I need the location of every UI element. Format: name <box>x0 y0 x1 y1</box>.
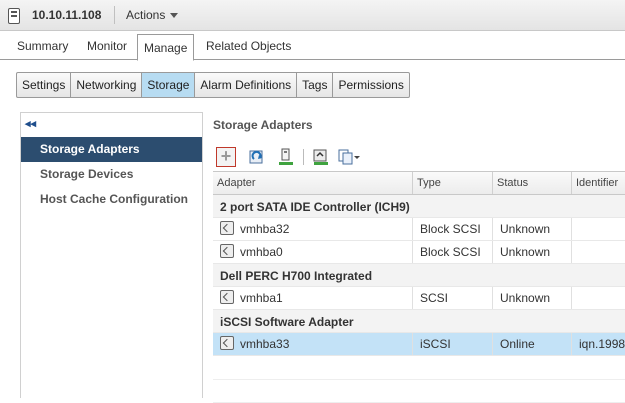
nav-item-host-cache-configuration[interactable]: Host Cache Configuration <box>21 187 202 212</box>
table-row-selected[interactable]: vmhba33 iSCSI Online iqn.1998 <box>213 333 625 356</box>
subtab-tags[interactable]: Tags <box>297 73 334 97</box>
table-row[interactable]: vmhba1 SCSI Unknown <box>213 287 625 310</box>
group-label: iSCSI Software Adapter <box>220 315 354 329</box>
adapter-name: vmhba33 <box>240 337 290 351</box>
toolbar-divider <box>303 149 304 165</box>
column-header-identifier[interactable]: Identifier <box>572 172 625 194</box>
type-cell: iSCSI <box>413 333 493 355</box>
adapter-properties-button[interactable] <box>311 147 331 167</box>
rescan-icon <box>249 150 263 164</box>
adapter-name: vmhba0 <box>240 245 283 259</box>
column-header-type[interactable]: Type <box>413 172 493 194</box>
main-tabs: Summary Monitor Manage Related Objects <box>0 31 625 61</box>
adapter-icon <box>313 149 328 165</box>
adapter-toolbar: + <box>213 145 625 171</box>
identifier-cell: iqn.1998 <box>579 337 625 351</box>
adapter-name: vmhba32 <box>240 222 290 236</box>
type-cell: Block SCSI <box>413 241 493 263</box>
table-group-row: Dell PERC H700 Integrated <box>213 264 625 287</box>
collapse-pane-icon[interactable]: ◂◂ <box>25 117 36 130</box>
group-label: 2 port SATA IDE Controller (ICH9) <box>220 200 410 214</box>
column-header-adapter[interactable]: Adapter <box>213 172 413 194</box>
storage-nav-pane: ◂◂ Storage Adapters Storage Devices Host… <box>20 112 203 398</box>
subtab-settings[interactable]: Settings <box>17 73 72 97</box>
adapter-name: vmhba1 <box>240 291 283 305</box>
actions-menu[interactable]: Actions <box>126 8 179 22</box>
empty-row <box>213 379 625 403</box>
tab-manage[interactable]: Manage <box>137 34 195 61</box>
tab-related-objects[interactable]: Related Objects <box>206 39 291 53</box>
table-group-row: 2 port SATA IDE Controller (ICH9) <box>213 195 625 218</box>
adapter-icon <box>220 221 234 235</box>
nav-item-storage-adapters[interactable]: Storage Adapters <box>21 137 202 162</box>
subtab-storage[interactable]: Storage <box>142 73 196 97</box>
adapter-cell: vmhba0 <box>213 241 413 263</box>
status-cell: Unknown <box>493 218 572 240</box>
object-header: 10.10.11.108 Actions <box>0 0 625 31</box>
host-icon <box>8 8 20 24</box>
add-adapter-button[interactable]: + <box>216 147 236 167</box>
empty-row <box>213 356 625 380</box>
table-row[interactable]: vmhba0 Block SCSI Unknown <box>213 241 625 264</box>
host-name: 10.10.11.108 <box>32 8 102 22</box>
subtab-alarm-definitions[interactable]: Alarm Definitions <box>195 73 298 97</box>
more-actions-button[interactable] <box>337 147 360 167</box>
table-group-row: iSCSI Software Adapter <box>213 310 625 333</box>
adapter-icon <box>220 244 234 258</box>
tab-summary[interactable]: Summary <box>17 39 68 53</box>
status-cell: Online <box>493 333 572 355</box>
tab-monitor[interactable]: Monitor <box>87 39 127 53</box>
manage-subtabs: Settings Networking Storage Alarm Defini… <box>16 72 410 98</box>
identifier-cell <box>572 241 625 263</box>
identifier-cell <box>572 218 625 240</box>
adapter-icon <box>220 336 234 350</box>
subtab-permissions[interactable]: Permissions <box>333 73 408 97</box>
status-cell: Unknown <box>493 241 572 263</box>
page-title: Storage Adapters <box>213 118 313 132</box>
adapter-icon <box>220 290 234 304</box>
adapter-cell: vmhba33 <box>213 333 413 355</box>
nav-item-storage-devices[interactable]: Storage Devices <box>21 162 202 187</box>
rescan-storage-button[interactable] <box>247 147 267 167</box>
rescan-adapter-button[interactable] <box>276 147 296 167</box>
adapter-cell: vmhba32 <box>213 218 413 240</box>
header-divider <box>114 6 115 24</box>
type-cell: Block SCSI <box>413 218 493 240</box>
group-label: Dell PERC H700 Integrated <box>220 269 373 283</box>
adapter-cell: vmhba1 <box>213 287 413 309</box>
subtab-networking[interactable]: Networking <box>71 73 143 97</box>
actions-label: Actions <box>126 8 166 22</box>
column-header-status[interactable]: Status <box>493 172 572 194</box>
identifier-cell <box>572 287 625 309</box>
copy-dropdown-icon <box>338 149 360 165</box>
type-cell: SCSI <box>413 287 493 309</box>
chevron-down-icon <box>170 13 179 19</box>
status-cell: Unknown <box>493 287 572 309</box>
storage-device-icon <box>279 148 293 165</box>
storage-adapters-table: Adapter Type Status Identifier 2 port SA… <box>213 171 625 403</box>
table-header: Adapter Type Status Identifier <box>213 172 625 195</box>
table-row[interactable]: vmhba32 Block SCSI Unknown <box>213 218 625 241</box>
